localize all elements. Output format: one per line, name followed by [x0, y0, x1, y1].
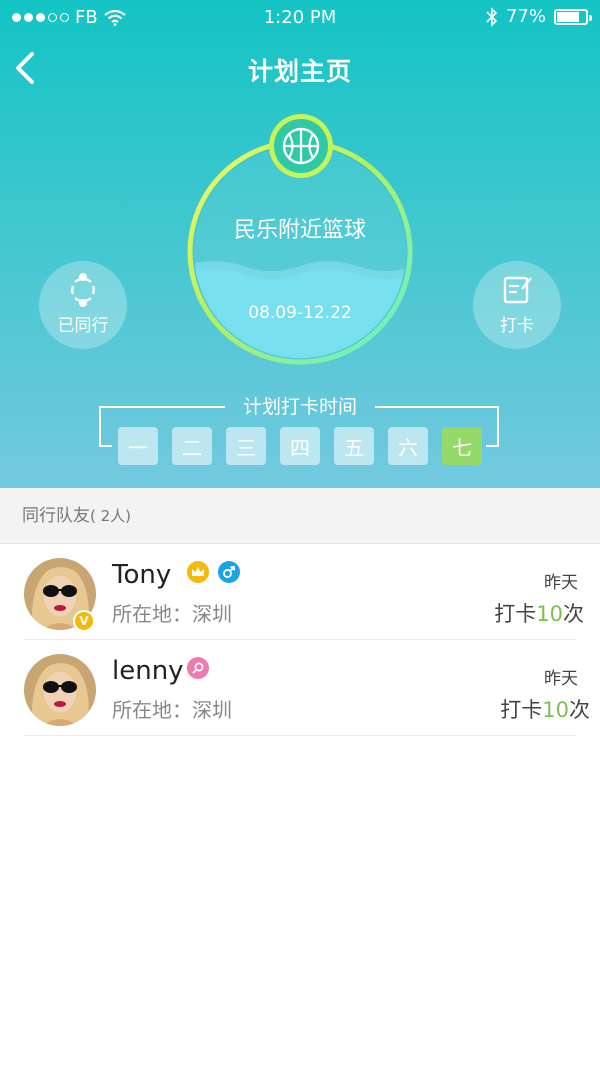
checkin-prefix: 打卡	[500, 698, 543, 722]
member-checkin-count: 打卡10次	[494, 598, 584, 628]
member-name: lenny	[112, 656, 184, 686]
member-name: Tony	[112, 560, 172, 590]
schedule-title-wrap: 计划打卡时间	[0, 392, 600, 419]
schedule-title: 计划打卡时间	[242, 396, 357, 418]
schedule-day[interactable]: 二	[172, 427, 212, 465]
schedule-day[interactable]: 一	[118, 427, 158, 465]
teammates-header-count: ( 2人)	[90, 507, 132, 525]
member-location: 所在地：深圳	[112, 698, 232, 722]
verified-badge: V	[73, 610, 95, 632]
checkin-prefix: 打卡	[494, 602, 537, 626]
female-icon	[187, 657, 209, 679]
checkin-suffix: 次	[563, 602, 584, 626]
checkin-number: 10	[536, 602, 563, 626]
schedule-day[interactable]: 三	[226, 427, 266, 465]
schedule-day[interactable]: 七	[442, 427, 482, 465]
schedule-day[interactable]: 四	[280, 427, 320, 465]
member-last-active: 昨天	[544, 573, 578, 593]
teammates-header: 同行队友( 2人)	[0, 488, 600, 544]
male-icon	[218, 561, 240, 583]
plan-header: FB 1:20 PM 77% 计划主页 已同行 打卡 民乐附近篮球 08.09-…	[0, 0, 600, 488]
divider	[24, 735, 576, 736]
checkin-suffix: 次	[569, 698, 590, 722]
avatar	[24, 654, 96, 726]
crown-icon	[187, 561, 209, 583]
member-checkin-count: 打卡10次	[500, 694, 590, 724]
teammates-header-label: 同行队友	[22, 506, 90, 526]
member-location: 所在地：深圳	[112, 602, 232, 626]
schedule-days: 一二三四五六七	[118, 427, 482, 465]
member-last-active: 昨天	[544, 669, 578, 689]
schedule-day[interactable]: 五	[334, 427, 374, 465]
schedule-day[interactable]: 六	[388, 427, 428, 465]
checkin-number: 10	[542, 698, 569, 722]
member-row[interactable]: V Tony 所在地：深圳 昨天 打卡10次	[0, 544, 600, 640]
member-row[interactable]: lenny 所在地：深圳 昨天 打卡10次	[0, 640, 600, 736]
